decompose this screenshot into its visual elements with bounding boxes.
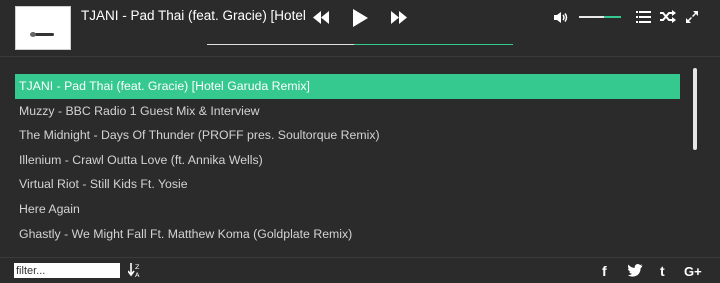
- progress-bar[interactable]: [207, 44, 513, 45]
- track-item[interactable]: Illenium - Crawl Outta Love (ft. Annika …: [15, 148, 680, 173]
- now-playing-title: TJANI - Pad Thai (feat. Gracie) [Hotel G…: [81, 8, 309, 23]
- progress-played: [207, 44, 354, 45]
- track-item[interactable]: TJANI - Pad Thai (feat. Gracie) [Hotel G…: [15, 74, 680, 99]
- volume-level: [579, 16, 604, 18]
- track-item[interactable]: Virtual Riot - Still Kids Ft. Yosie: [15, 172, 680, 197]
- svg-text:A: A: [135, 271, 140, 278]
- album-cover: [15, 6, 71, 50]
- volume-slider[interactable]: [579, 16, 621, 18]
- facebook-icon[interactable]: f: [601, 263, 611, 283]
- expand-icon[interactable]: [685, 10, 699, 24]
- play-icon[interactable]: [350, 7, 370, 29]
- list-icon[interactable]: [636, 11, 651, 23]
- progress-buffered: [354, 44, 513, 45]
- volume-icon[interactable]: [553, 11, 569, 24]
- svg-text:t: t: [660, 264, 665, 278]
- sort-alpha-icon[interactable]: Z A: [128, 263, 142, 278]
- twitter-icon[interactable]: [627, 264, 643, 282]
- svg-text:G+: G+: [684, 264, 702, 278]
- track-item[interactable]: Here Again: [15, 197, 680, 222]
- tumblr-icon[interactable]: t: [659, 263, 669, 283]
- fast-forward-icon[interactable]: [390, 10, 408, 25]
- filter-input[interactable]: [14, 263, 120, 278]
- rewind-icon[interactable]: [312, 10, 330, 25]
- playlist: TJANI - Pad Thai (feat. Gracie) [Hotel G…: [15, 74, 680, 246]
- svg-text:Z: Z: [135, 263, 140, 271]
- playlist-scrollbar[interactable]: [693, 68, 697, 150]
- track-item[interactable]: Muzzy - BBC Radio 1 Guest Mix & Intervie…: [15, 99, 680, 124]
- svg-text:f: f: [602, 264, 607, 278]
- track-item[interactable]: Ghastly - We Might Fall Ft. Matthew Koma…: [15, 222, 680, 247]
- player-footer: Z A f t G+: [0, 257, 720, 283]
- track-item[interactable]: The Midnight - Days Of Thunder (PROFF pr…: [15, 123, 680, 148]
- cover-art-image: [30, 32, 54, 37]
- google-plus-icon[interactable]: G+: [684, 264, 704, 283]
- shuffle-icon[interactable]: [660, 10, 676, 23]
- player-header: TJANI - Pad Thai (feat. Gracie) [Hotel G…: [0, 0, 720, 57]
